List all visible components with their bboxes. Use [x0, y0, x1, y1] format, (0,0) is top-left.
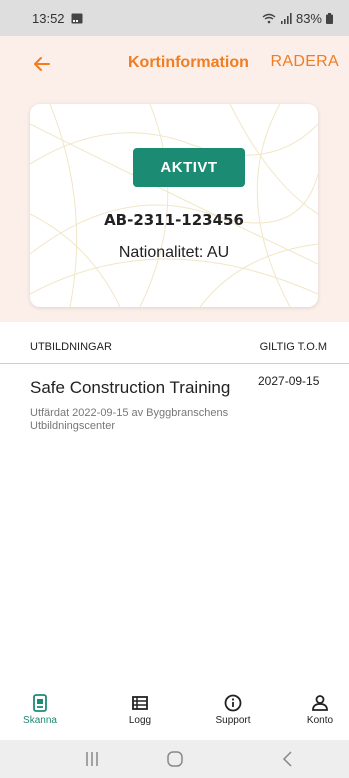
back-arrow-icon [34, 57, 50, 71]
table-header: UTBILDNINGAR GILTIG T.O.M [0, 322, 349, 364]
page-title: Kortinformation [128, 54, 249, 71]
training-issued: Utfärdat 2022-09-15 av Byggbranschens Ut… [30, 407, 229, 432]
nav-label-support: Support [215, 715, 251, 726]
status-time: 13:52 [32, 10, 65, 26]
header-trainings: UTBILDNINGAR [30, 341, 112, 353]
table-row[interactable]: Safe Construction Training 2027-09-15 Ut… [0, 364, 349, 444]
system-back-icon[interactable] [278, 750, 298, 768]
id-card: AKTIVT AB-2311-123456 Nationalitet: AU [30, 104, 318, 307]
bottom-nav: Skanna Logg Support Konto [0, 690, 349, 736]
delete-button[interactable]: RADERA [271, 53, 339, 71]
back-button[interactable] [30, 52, 54, 76]
home-icon[interactable] [165, 750, 185, 768]
info-icon [224, 694, 242, 712]
nationality: Nationalitet: AU [118, 244, 230, 261]
training-title: Safe Construction Training [30, 378, 231, 397]
header-valid-until: GILTIG T.O.M [259, 341, 327, 353]
card-pattern [30, 104, 318, 307]
nav-label-account: Konto [306, 715, 334, 726]
nav-label-scan: Skanna [23, 715, 57, 726]
log-icon [132, 696, 148, 710]
account-icon [312, 695, 328, 711]
system-nav-bar [0, 740, 349, 778]
battery-icon [326, 12, 333, 24]
recent-apps-icon[interactable] [82, 750, 102, 768]
nav-item-support[interactable]: Support [203, 694, 263, 734]
status-bar: 13:52 83% [0, 0, 349, 36]
nav-item-log[interactable]: Logg [110, 694, 170, 734]
training-valid-until: 2027-09-15 [258, 374, 320, 388]
app-bar: Kortinformation RADERA [0, 36, 349, 94]
wifi-icon [262, 13, 276, 23]
signal-icon [280, 12, 292, 24]
nav-item-scan[interactable]: Skanna [10, 694, 70, 734]
image-icon [71, 13, 83, 23]
nav-item-account[interactable]: Konto [290, 694, 349, 734]
status-badge: AKTIVT [133, 148, 245, 187]
battery-percent: 83% [295, 10, 322, 26]
scan-icon [33, 694, 47, 712]
nav-label-log: Logg [128, 715, 152, 726]
card-number: AB-2311-123456 [104, 211, 244, 229]
